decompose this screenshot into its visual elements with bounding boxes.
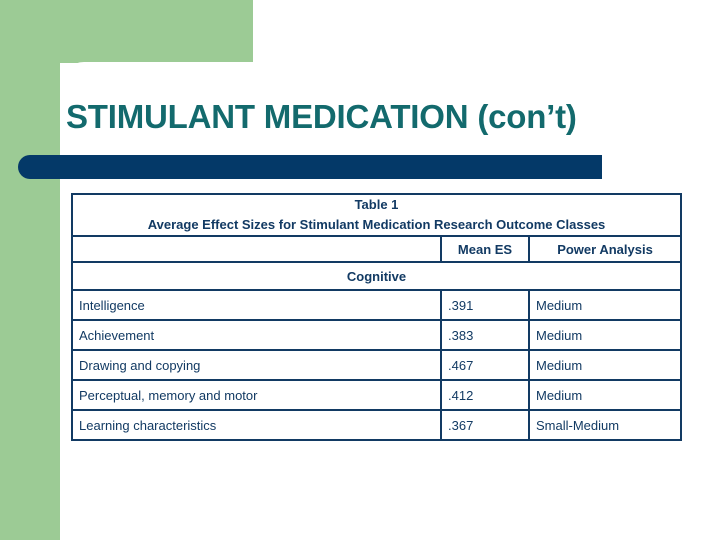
row-label-perceptual-memory-motor: Perceptual, memory and motor xyxy=(71,379,442,411)
slide-canvas: STIMULANT MEDICATION (con’t) Table 1 Ave… xyxy=(0,0,720,540)
table-caption-cell: Table 1 Average Effect Sizes for Stimula… xyxy=(71,193,682,237)
table-section-row-cognitive: Cognitive xyxy=(71,261,682,291)
row-power-perceptual-memory-motor: Medium xyxy=(528,379,682,411)
row-mean-es-drawing-and-copying: .467 xyxy=(440,349,530,381)
table-row: Intelligence .391 Medium xyxy=(71,289,682,321)
table-row: Drawing and copying .467 Medium xyxy=(71,349,682,381)
row-label-drawing-and-copying: Drawing and copying xyxy=(71,349,442,381)
decorative-green-sidebar xyxy=(0,0,60,540)
effect-sizes-table-container: Table 1 Average Effect Sizes for Stimula… xyxy=(71,193,682,441)
row-mean-es-perceptual-memory-motor: .412 xyxy=(440,379,530,411)
row-power-achievement: Medium xyxy=(528,319,682,351)
page-title: STIMULANT MEDICATION (con’t) xyxy=(66,98,577,135)
row-mean-es-achievement: .383 xyxy=(440,319,530,351)
table-row: Learning characteristics .367 Small-Medi… xyxy=(71,409,682,441)
table-header-row: Mean ES Power Analysis xyxy=(71,235,682,263)
table-caption-line2: Average Effect Sizes for Stimulant Medic… xyxy=(147,217,606,232)
row-label-learning-characteristics: Learning characteristics xyxy=(71,409,442,441)
row-power-intelligence: Medium xyxy=(528,289,682,321)
row-mean-es-intelligence: .391 xyxy=(440,289,530,321)
row-power-learning-characteristics: Small-Medium xyxy=(528,409,682,441)
column-header-mean-es: Mean ES xyxy=(440,235,530,263)
row-label-achievement: Achievement xyxy=(71,319,442,351)
row-mean-es-learning-characteristics: .367 xyxy=(440,409,530,441)
effect-sizes-table: Table 1 Average Effect Sizes for Stimula… xyxy=(71,193,682,441)
table-row: Perceptual, memory and motor .412 Medium xyxy=(71,379,682,411)
section-header-cognitive: Cognitive xyxy=(71,261,682,291)
decorative-navy-rule xyxy=(18,155,602,179)
row-power-drawing-and-copying: Medium xyxy=(528,349,682,381)
column-header-power-analysis: Power Analysis xyxy=(528,235,682,263)
column-header-blank xyxy=(71,235,442,263)
table-caption-row: Table 1 Average Effect Sizes for Stimula… xyxy=(71,193,682,237)
row-label-intelligence: Intelligence xyxy=(71,289,442,321)
table-caption-line1: Table 1 xyxy=(354,197,399,212)
table-row: Achievement .383 Medium xyxy=(71,319,682,351)
